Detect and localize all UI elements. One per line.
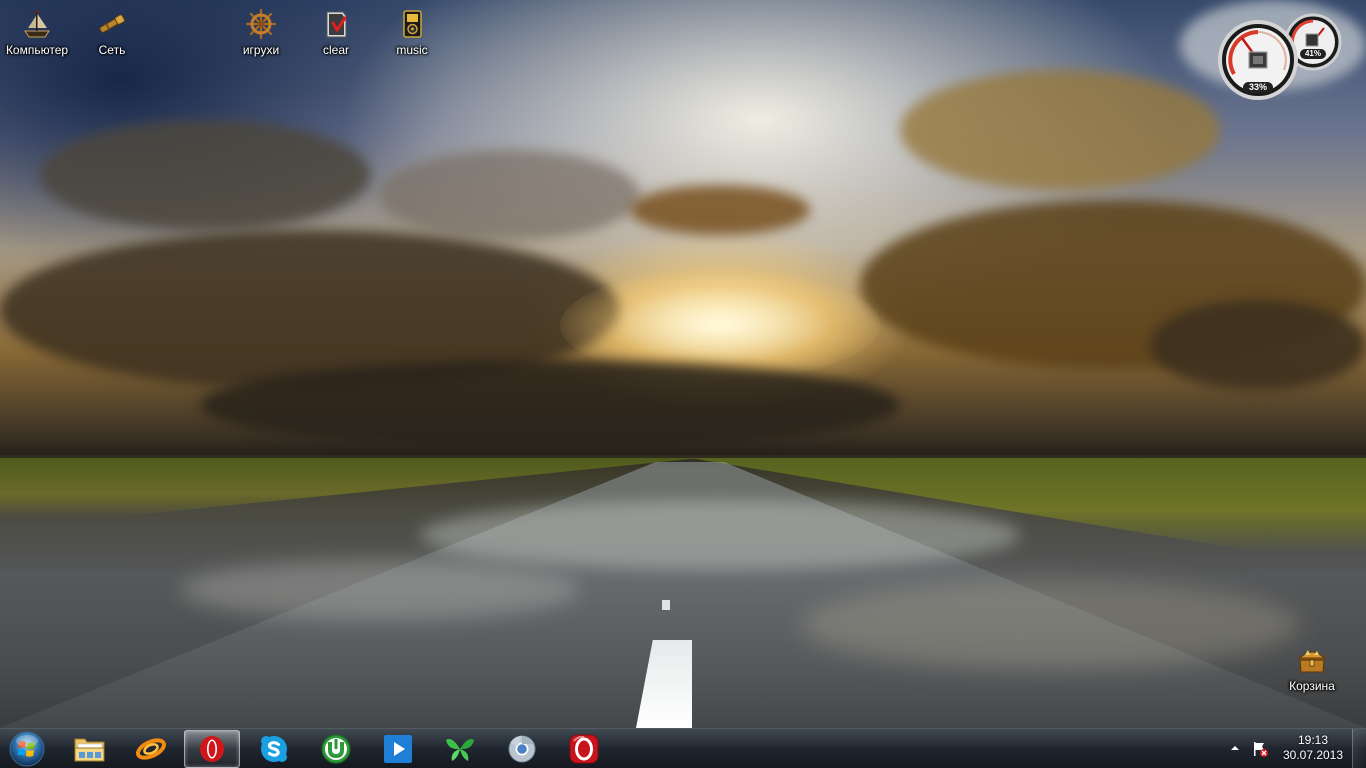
taskbar-media-player[interactable] — [370, 730, 426, 768]
chrome-icon — [508, 735, 536, 763]
clock-date: 30.07.2013 — [1282, 748, 1344, 762]
telescope-icon — [99, 14, 126, 33]
desktop-wallpaper — [0, 0, 1366, 728]
desktop-icon-label: Сеть — [98, 43, 126, 57]
red-o-icon — [569, 734, 599, 764]
utorrent-icon — [321, 734, 351, 764]
show-desktop-button[interactable] — [1352, 729, 1366, 768]
taskbar-utorrent[interactable] — [308, 730, 364, 768]
taskbar: 19:13 30.07.2013 — [0, 728, 1366, 768]
memory-percent-readout: 41% — [1300, 49, 1326, 59]
cpu-percent-readout: 33% — [1243, 82, 1273, 93]
desktop-icon-label: игрухи — [242, 43, 280, 57]
taskbar-green-app[interactable] — [432, 730, 488, 768]
desktop-icon-network[interactable]: Сеть — [75, 4, 149, 66]
windows-logo-icon — [9, 731, 45, 767]
folder-icon — [74, 738, 105, 762]
taskbar-chrome[interactable] — [494, 730, 550, 768]
show-hidden-icons-icon[interactable] — [1228, 741, 1242, 755]
green-butterfly-icon — [446, 739, 474, 761]
desktop-icon-music[interactable]: music — [375, 4, 449, 66]
swirl-icon — [135, 738, 167, 760]
taskbar-skype[interactable] — [246, 730, 302, 768]
play-icon — [384, 735, 412, 763]
clock-time: 19:13 — [1297, 733, 1329, 747]
desktop-icon-games[interactable]: игрухи — [224, 4, 298, 66]
ship-wheel-icon — [245, 8, 277, 40]
treasure-chest-icon — [1298, 650, 1326, 673]
recycle-clear-icon — [326, 11, 347, 38]
skype-icon — [261, 736, 287, 762]
action-center-flag-icon[interactable] — [1251, 740, 1269, 758]
taskbar-opera[interactable] — [184, 730, 240, 768]
music-player-icon — [403, 10, 422, 38]
opera-icon — [200, 736, 224, 762]
taskbar-explorer[interactable] — [62, 730, 118, 768]
desktop-icon-label: clear — [322, 43, 349, 57]
desktop-icon-recycle-bin[interactable]: Корзина — [1275, 640, 1349, 702]
cpu-meter-gadget[interactable]: 33% 41% — [1214, 8, 1344, 104]
desktop-icon-computer[interactable]: Компьютер — [0, 4, 74, 66]
taskbar-opera-red[interactable] — [556, 730, 612, 768]
taskbar-swirl-app[interactable] — [123, 730, 179, 768]
desktop-icon-label: Компьютер — [5, 43, 69, 57]
taskbar-clock[interactable]: 19:13 30.07.2013 — [1280, 733, 1346, 763]
start-button[interactable] — [5, 730, 49, 768]
desktop-icon-label: music — [396, 43, 428, 57]
ship-icon — [24, 11, 50, 38]
desktop-icon-label: Корзина — [1289, 679, 1335, 693]
desktop-icon-clear[interactable]: clear — [299, 4, 373, 66]
